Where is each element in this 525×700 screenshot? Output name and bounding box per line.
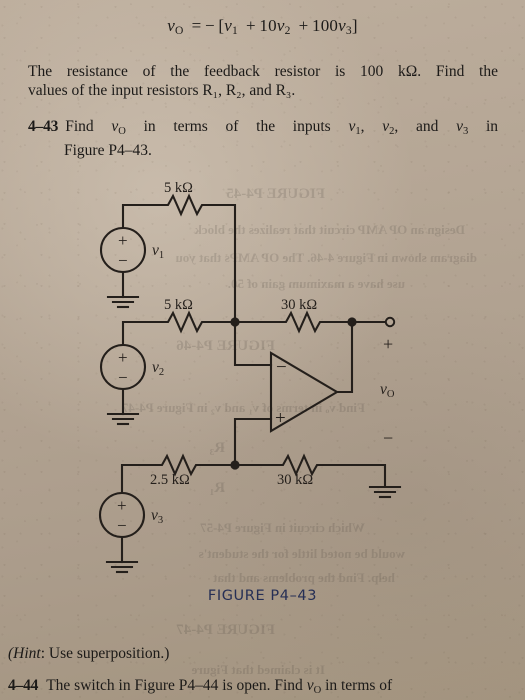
v1-plus-sign: + bbox=[118, 231, 128, 250]
problem-4-43-line-2: Figure P4–43. bbox=[64, 141, 152, 159]
v3-plus-sign: + bbox=[117, 496, 127, 515]
resistor-label-r-v1: 5 kΩ bbox=[164, 180, 193, 196]
output-plus-sign: + bbox=[383, 334, 394, 354]
figure-caption: FIGURE P4–43 bbox=[207, 588, 318, 604]
displayed-equation: vO = − [v1 + 10v2 + 100v3] bbox=[167, 16, 358, 38]
hint-rest: : Use superposition.) bbox=[40, 645, 170, 662]
problem-4-43-line-1: Find vO in terms of the inputs v1, v2, a… bbox=[65, 118, 498, 137]
problem-4-44-text: The switch in Figure P4–44 is open. Find… bbox=[46, 677, 393, 696]
problem-4-43-number: 4–43 bbox=[28, 118, 59, 135]
v1-minus-sign: − bbox=[118, 251, 128, 270]
paragraph-line-2: values of the input resistors R₁, R₂, an… bbox=[28, 82, 296, 99]
hint-lead: (Hint bbox=[8, 645, 41, 662]
opamp-inverting-sign: − bbox=[276, 357, 287, 378]
v2-plus-sign: + bbox=[118, 348, 128, 367]
resistor-label-r-ground-branch: 30 kΩ bbox=[277, 472, 314, 488]
source-label-v3: v3 bbox=[151, 507, 164, 526]
problem-4-44-number: 4–44 bbox=[8, 677, 39, 694]
source-label-v2: v2 bbox=[152, 359, 165, 378]
v2-minus-sign: − bbox=[118, 368, 128, 387]
paragraph-line-1: The resistance of the feedback resistor … bbox=[28, 63, 498, 80]
problem-4-44: 4–44 The switch in Figure P4–44 is open.… bbox=[8, 676, 518, 700]
v3-minus-sign: − bbox=[117, 516, 127, 535]
opamp-noninverting-sign: + bbox=[275, 408, 286, 429]
feedback-resistor-paragraph: The resistance of the feedback resistor … bbox=[28, 62, 498, 100]
resistor-label-r-v2: 5 kΩ bbox=[164, 297, 193, 313]
output-minus-sign: − bbox=[383, 428, 394, 448]
hint-line: (Hint: Use superposition.) bbox=[8, 645, 169, 663]
problem-4-43: 4–43 Find vO in terms of the inputs v1, … bbox=[28, 117, 498, 160]
resistor-label-r-feedback: 30 kΩ bbox=[281, 297, 318, 313]
resistor-label-r-v3: 2.5 kΩ bbox=[150, 472, 190, 488]
source-label-v1: v1 bbox=[152, 242, 165, 261]
output-label-vo: vO bbox=[380, 381, 395, 400]
